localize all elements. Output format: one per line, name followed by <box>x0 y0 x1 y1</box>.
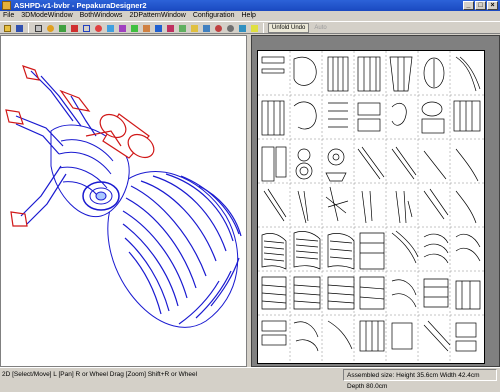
unfold-icon[interactable] <box>105 23 115 33</box>
app-window: ASHPD-v1-bvbr - PepakuraDesigner2 _ □ × … <box>0 0 500 390</box>
toolbar: Unfold Undo Auto <box>0 21 500 34</box>
select-icon[interactable] <box>69 23 79 33</box>
zoom-icon[interactable] <box>93 23 103 33</box>
model-body-shell <box>107 171 239 328</box>
refresh-icon[interactable] <box>213 23 223 33</box>
pattern-sheet[interactable] <box>257 50 485 364</box>
unfold-undo-button[interactable]: Unfold Undo <box>268 22 310 33</box>
flap-icon[interactable] <box>177 23 187 33</box>
texture-icon[interactable] <box>141 23 151 33</box>
menu-3dmodewindow[interactable]: 3DModeWindow <box>21 11 72 21</box>
window-controls: _ □ × <box>463 1 498 10</box>
rotate-icon[interactable] <box>45 23 55 33</box>
status-bar: 2D [Select/Move] L [Pan] R or Wheel Drag… <box>0 367 500 390</box>
menu-2dpatternwindow[interactable]: 2DPatternWindow <box>129 11 185 21</box>
menu-bothwindows[interactable]: BothWindows <box>80 11 123 21</box>
status-hint: 2D [Select/Move] L [Pan] R or Wheel Drag… <box>2 371 198 378</box>
3d-model-canvas[interactable] <box>1 36 246 366</box>
assembled-size: Assembled size: Height 35.6cm Width 42.4… <box>343 369 497 390</box>
window-title: ASHPD-v1-bvbr - PepakuraDesigner2 <box>14 1 147 10</box>
2d-pattern-view[interactable] <box>251 35 500 367</box>
pattern-parts <box>261 56 481 352</box>
move-icon[interactable] <box>57 23 67 33</box>
save-icon[interactable] <box>14 23 24 33</box>
fold-icon[interactable] <box>117 23 127 33</box>
gear-icon[interactable] <box>225 23 235 33</box>
title-bar[interactable]: ASHPD-v1-bvbr - PepakuraDesigner2 _ □ × <box>0 0 500 11</box>
auto-button[interactable]: Auto <box>311 23 329 33</box>
open-icon[interactable] <box>2 23 12 33</box>
face-icon[interactable] <box>129 23 139 33</box>
3d-model-view[interactable] <box>0 35 247 367</box>
menu-help[interactable]: Help <box>242 11 256 21</box>
maximize-button[interactable]: □ <box>475 1 486 10</box>
pattern-canvas[interactable] <box>258 51 484 363</box>
cut-icon[interactable] <box>165 23 175 33</box>
menu-bar: File 3DModeWindow BothWindows 2DPatternW… <box>0 11 500 21</box>
join-icon[interactable] <box>153 23 163 33</box>
minimize-button[interactable]: _ <box>463 1 474 10</box>
menu-configuration[interactable]: Configuration <box>193 11 235 21</box>
image-icon[interactable] <box>201 23 211 33</box>
close-button[interactable]: × <box>487 1 498 10</box>
edge-icon[interactable] <box>81 23 91 33</box>
menu-file[interactable]: File <box>3 11 14 21</box>
toolbar-separator <box>28 22 29 33</box>
arrange-icon[interactable] <box>237 23 247 33</box>
text-icon[interactable] <box>189 23 199 33</box>
help-icon[interactable] <box>249 23 259 33</box>
print-icon[interactable] <box>33 23 43 33</box>
app-icon <box>2 1 11 10</box>
toolbar-separator <box>263 22 264 33</box>
